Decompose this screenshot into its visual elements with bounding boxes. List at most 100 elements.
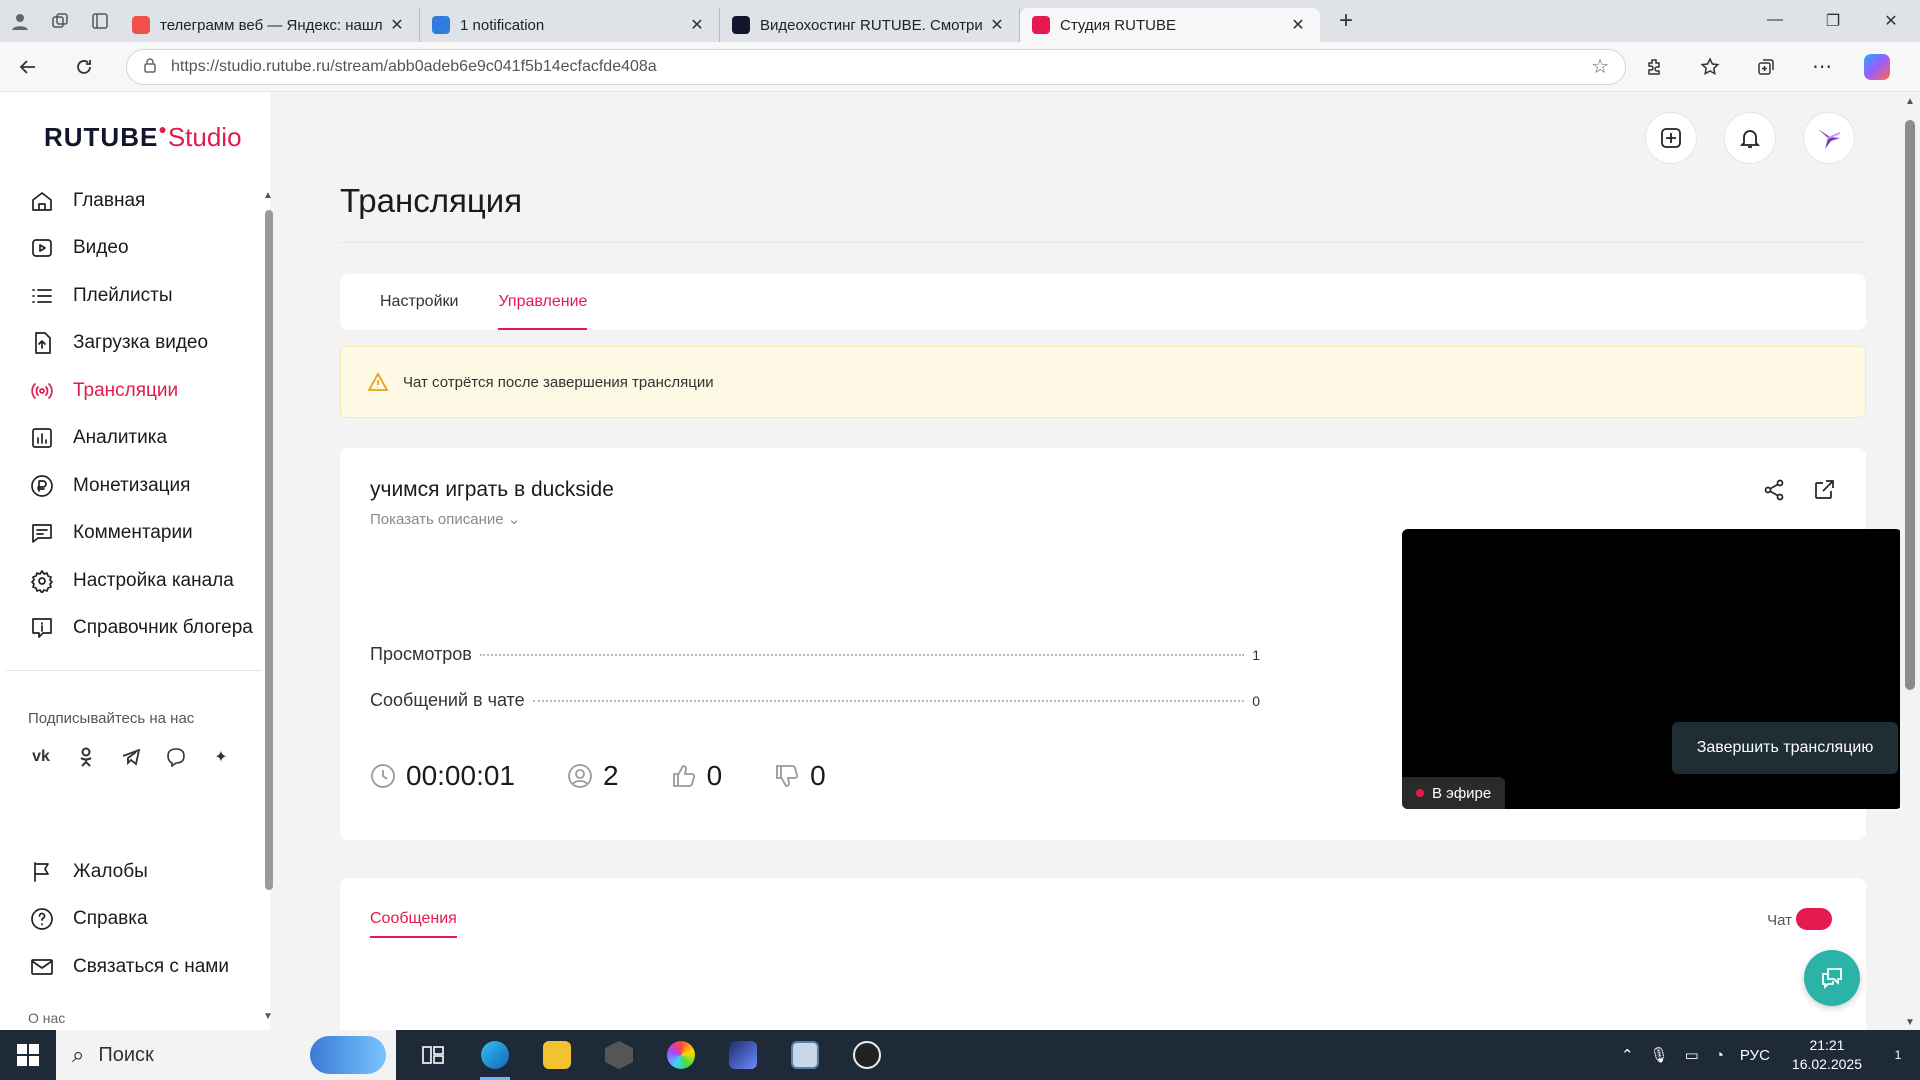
browser-tab-title: 1 notification	[460, 16, 545, 34]
scroll-up-arrow-icon[interactable]: ▲	[1905, 96, 1915, 107]
chevron-up-icon[interactable]: ⌃	[1621, 1046, 1634, 1064]
ok-icon[interactable]	[73, 744, 99, 770]
sidebar-item-label: Настройка канала	[73, 569, 234, 591]
create-button[interactable]	[1645, 112, 1697, 164]
sidebar-item-flag[interactable]: Жалобы	[0, 848, 262, 896]
obs-studio-icon[interactable]	[836, 1030, 898, 1080]
zen-icon[interactable]: ✦	[208, 744, 234, 770]
viber-icon[interactable]	[163, 744, 189, 770]
clock[interactable]: 21:21 16.02.2025	[1792, 1036, 1862, 1074]
start-button[interactable]	[0, 1030, 56, 1080]
chat-toggle[interactable]	[1796, 908, 1832, 930]
edge-browser-icon[interactable]	[464, 1030, 526, 1080]
browser-tab-2[interactable]: Видеохостинг RUTUBE. Смотри ✕	[720, 8, 1020, 42]
scroll-up-arrow-icon[interactable]: ▲	[263, 190, 273, 201]
support-chat-button[interactable]	[1804, 950, 1860, 1006]
sidebar-item-ruble[interactable]: Монетизация	[0, 462, 262, 510]
browser-tab-title: Студия RUTUBE	[1060, 16, 1176, 34]
network-icon[interactable]: ◔	[1715, 1047, 1724, 1064]
tab-settings[interactable]: Настройки	[380, 274, 458, 330]
sidebar-scroll-thumb[interactable]	[265, 210, 273, 890]
remote-desktop-icon[interactable]	[774, 1030, 836, 1080]
restore-button[interactable]: ❐	[1804, 11, 1862, 31]
sidebar-item-video[interactable]: Видео	[0, 225, 262, 273]
browser-tab-0[interactable]: телеграмм веб — Яндекс: нашл ✕	[120, 8, 420, 42]
scroll-down-arrow-icon[interactable]: ▼	[1905, 1017, 1915, 1028]
sidebar-item-info[interactable]: Справочник блогера	[0, 605, 262, 653]
workspaces-icon[interactable]	[40, 0, 80, 42]
rutube-icon	[732, 16, 750, 34]
sidebar-item-label: Загрузка видео	[73, 332, 209, 354]
page-scroll-thumb[interactable]	[1905, 120, 1915, 690]
minimize-button[interactable]: —	[1746, 11, 1804, 31]
about-link[interactable]: О нас	[28, 1010, 65, 1026]
sidebar-item-mail[interactable]: Связаться с нами	[0, 943, 262, 991]
tab-management[interactable]: Управление	[498, 274, 587, 330]
url-field[interactable]: https://studio.rutube.ru/stream/abb0adeb…	[126, 48, 1626, 85]
likes-value: 0	[706, 760, 723, 791]
sidebar-item-upload[interactable]: Загрузка видео	[0, 320, 262, 368]
mail-icon	[30, 955, 54, 979]
stream-title: учимся играть в duckside	[370, 478, 614, 501]
battery-icon[interactable]: ▭	[1685, 1046, 1699, 1064]
game-app-icon[interactable]	[712, 1030, 774, 1080]
telegram-icon[interactable]	[118, 744, 144, 770]
back-button[interactable]	[0, 42, 56, 92]
subscribe-label: Подписывайтесь на нас	[28, 710, 195, 727]
sidebar-item-analytics[interactable]: Аналитика	[0, 415, 262, 463]
sidebar-item-broadcast[interactable]: Трансляции	[0, 367, 262, 415]
more-menu-icon[interactable]: ⋯	[1794, 42, 1850, 92]
favorites-icon[interactable]	[1682, 42, 1738, 92]
sidebar-item-label: Справка	[73, 908, 148, 930]
color-wheel-app-icon[interactable]	[650, 1030, 712, 1080]
stream-card: учимся играть в duckside Показать описан…	[340, 448, 1902, 840]
sidebar-item-label: Видео	[73, 237, 129, 259]
vk-icon[interactable]: vk	[28, 744, 54, 770]
notification-center-icon[interactable]: 1	[1876, 1048, 1920, 1062]
share-icon[interactable]	[1762, 478, 1786, 507]
task-view-icon[interactable]	[402, 1030, 464, 1080]
close-window-button[interactable]: ✕	[1862, 11, 1920, 31]
browser-tab-3[interactable]: Студия RUTUBE ✕	[1020, 8, 1320, 42]
url-text: https://studio.rutube.ru/stream/abb0adeb…	[171, 57, 657, 75]
extensions-icon[interactable]	[1626, 42, 1682, 92]
system-tray: ⌃ 🎙 ▭ ◔ РУС 21:21 16.02.2025 1	[1613, 1030, 1920, 1080]
avatar[interactable]	[1803, 112, 1855, 164]
rutube-studio-logo[interactable]: RUTUBE●Studio	[44, 121, 242, 153]
show-description-toggle[interactable]: Показать описание ⌄	[370, 510, 520, 528]
microphone-icon[interactable]: 🎙	[1650, 1046, 1669, 1064]
new-tab-button[interactable]: +	[1326, 7, 1366, 35]
copilot-icon[interactable]	[1864, 53, 1890, 80]
stat-value: 1	[1252, 647, 1260, 663]
sidebar-item-comment[interactable]: Комментарии	[0, 510, 262, 558]
chat-bubbles-icon	[1822, 968, 1842, 990]
file-explorer-icon[interactable]	[526, 1030, 588, 1080]
tab-messages[interactable]: Сообщения	[370, 910, 457, 938]
open-external-icon[interactable]	[1812, 478, 1836, 507]
taskbar-search[interactable]: ⌕ Поиск	[56, 1030, 396, 1080]
scroll-down-arrow-icon[interactable]: ▼	[263, 1011, 273, 1022]
sidebar-item-home[interactable]: Главная	[0, 177, 262, 225]
notifications-button[interactable]	[1724, 112, 1776, 164]
sidebar-item-help[interactable]: Справка	[0, 896, 262, 944]
favorite-star-icon[interactable]: ☆	[1591, 54, 1609, 79]
profile-icon[interactable]	[0, 0, 40, 42]
close-tab-icon[interactable]: ✕	[1288, 15, 1308, 35]
sidebar-item-label: Трансляции	[73, 379, 179, 401]
app-hex-icon[interactable]	[588, 1030, 650, 1080]
sidebar-item-gear[interactable]: Настройка канала	[0, 557, 262, 605]
sidebar-scrollbar[interactable]: ▲ ▼	[262, 190, 276, 1022]
logo-suffix-text: Studio	[167, 122, 242, 152]
page-scrollbar[interactable]: ▲ ▼	[1900, 92, 1920, 1030]
reload-button[interactable]	[56, 42, 112, 92]
language-indicator[interactable]: РУС	[1740, 1047, 1770, 1064]
sidebar-item-list[interactable]: Плейлисты	[0, 272, 262, 320]
tab-actions-icon[interactable]	[80, 0, 120, 42]
browser-tab-1[interactable]: 1 notification ✕	[420, 8, 720, 42]
close-tab-icon[interactable]: ✕	[987, 15, 1007, 35]
close-tab-icon[interactable]: ✕	[687, 15, 707, 35]
sidebar-divider	[6, 670, 262, 671]
collections-icon[interactable]	[1738, 42, 1794, 92]
end-stream-button[interactable]: Завершить трансляцию	[1672, 722, 1898, 774]
close-tab-icon[interactable]: ✕	[387, 15, 407, 35]
